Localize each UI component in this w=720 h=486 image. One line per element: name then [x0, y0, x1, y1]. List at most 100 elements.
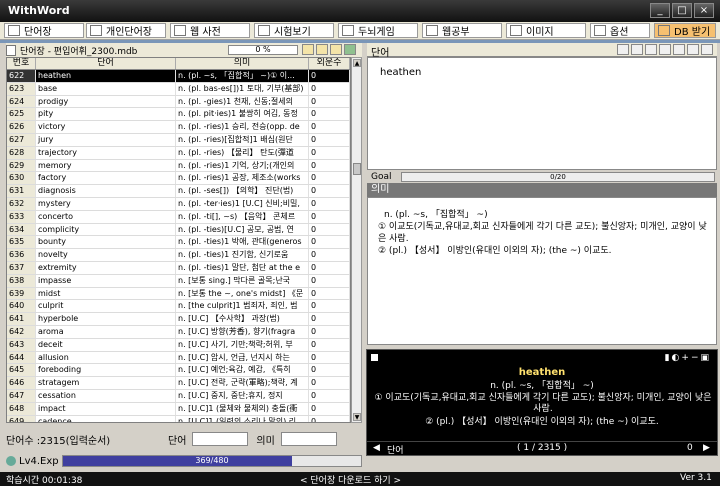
table-row[interactable]: 635 bounty n. (pl. -ties)1 박애, 관대(generos 0	[7, 236, 350, 250]
col-meaning[interactable]: 의미	[176, 58, 309, 69]
table-row[interactable]: 625 pity n. (pl. pit·ies)1 불쌍히 여김, 동정 0	[7, 108, 350, 122]
cell-count: 0	[309, 351, 350, 364]
table-row[interactable]: 634 complicity n. (pl. -ties)[U.C] 공모, 공범,…	[7, 223, 350, 237]
table-row[interactable]: 643 deceit n. [U.C] 사기, 기만;책략;허위, 부0	[7, 338, 350, 352]
menu-item-3[interactable]: 시험보기	[254, 23, 334, 38]
table-row[interactable]: 622 heathen n. (pl. ~s, 「집합적」 ~)① 이... 0	[7, 70, 350, 83]
cell-count: 0	[309, 172, 350, 185]
cell-meaning: n. (pl. -ries)1 승리, 전승(opp. de	[176, 121, 309, 133]
table-row[interactable]: 649 cadence n. [U.C]1 (일련의 소리나 말의) 리0	[7, 415, 350, 422]
cell-count: 0	[309, 70, 350, 82]
cell-count: 0	[309, 300, 350, 313]
table-row[interactable]: 640 culprit n. [the culprit]1 범죄자, 죄인, 범0	[7, 300, 350, 314]
meaning-line-3: ② (pl.) 【성서】 이방인(유대인 이외의 자); (the ~) 이교도…	[378, 246, 612, 256]
col-num[interactable]: 번호	[7, 58, 36, 69]
scroll-thumb[interactable]	[353, 163, 361, 175]
cell-word: impact	[36, 402, 176, 415]
table-row[interactable]: 626 victory n. (pl. -ries)1 승리, 전승(opp. de…	[7, 121, 350, 134]
col-count[interactable]: 외운수	[309, 58, 350, 69]
card-prev-icon[interactable]: ◀	[373, 443, 380, 453]
col-word[interactable]: 단어	[36, 58, 176, 69]
cell-num: 636	[7, 249, 36, 261]
meaning-search-input[interactable]	[280, 432, 337, 446]
cell-num: 633	[7, 210, 36, 223]
word-search-input[interactable]	[192, 432, 249, 446]
save-icon[interactable]	[302, 44, 314, 55]
cell-num: 623	[7, 82, 36, 95]
table-row[interactable]: 648 impact n. [U.C]1 (물체와 물체의) 충돌(衝 0	[7, 402, 350, 416]
cell-num: 649	[7, 415, 36, 422]
cell-word: diagnosis	[36, 185, 176, 197]
cell-meaning: n. [U.C] 【수사학】 과장(법)	[176, 313, 309, 325]
table-row[interactable]: 637 extremity n. (pl. -ties)1 말단, 첨단 at th…	[7, 261, 350, 275]
delete-icon[interactable]	[701, 44, 713, 55]
menu-icon	[658, 25, 670, 36]
refresh-icon[interactable]	[330, 44, 342, 55]
table-row[interactable]: 630 factory n. (pl. -ries)1 공장, 제조소(works 0	[7, 172, 350, 186]
table-row[interactable]: 638 impasse n. [보통 sing.] 막다른 골목;난국 0	[7, 274, 350, 288]
cell-word: concerto	[36, 210, 176, 223]
table-row[interactable]: 623 base n. (pl. bas-es[])1 토대, 기부(基部) 0	[7, 82, 350, 96]
cell-meaning: n. [U.C]1 (물체와 물체의) 충돌(衝	[176, 402, 309, 415]
table-row[interactable]: 624 prodigy n. (pl. -gies)1 천재, 신동;절세의 0	[7, 95, 350, 109]
exp-progress: 369/480	[62, 455, 362, 467]
table-scrollbar[interactable]: ▲ ▼	[351, 57, 362, 423]
bookmark-icon[interactable]	[673, 44, 685, 55]
card-controls[interactable]: ▮◐+−▣	[665, 353, 711, 363]
table-row[interactable]: 645 foreboding n. [U.C] 예언;육감, 예감, 《특히 0	[7, 364, 350, 378]
cell-word: mystery	[36, 197, 176, 210]
cell-meaning: n. [the culprit]1 범죄자, 죄인, 범	[176, 300, 309, 313]
table-row[interactable]: 628 trajectory n. (pl. -ries) 【물리】 탄도(彈道 0	[7, 146, 350, 160]
table-row[interactable]: 633 concerto n. (pl. -ti[], ~s) 【음악】 콘체르 0	[7, 210, 350, 224]
search-icon[interactable]	[617, 44, 629, 55]
cell-count: 0	[309, 377, 350, 389]
speaker-icon[interactable]	[631, 44, 643, 55]
table-row[interactable]: 641 hyperbole n. [U.C] 【수사학】 과장(법) 0	[7, 313, 350, 326]
table-row[interactable]: 644 allusion n. [U.C] 암시, 언급, 넌지시 하는 0	[7, 351, 350, 365]
menu-bar: 단어장 개인단어장 웹 사전 시험보기 두뇌게임 웹공부 이미지 옵션 DB 받기	[0, 22, 720, 40]
document-icon	[6, 44, 16, 56]
menu-item-4[interactable]: 두뇌게임	[338, 23, 418, 38]
card-next-icon[interactable]: ▶	[703, 443, 710, 453]
table-row[interactable]: 632 mystery n. (pl. -ter·ies)1 [U.C] 신비;비밀…	[7, 197, 350, 211]
menu-icon	[426, 25, 438, 36]
table-row[interactable]: 627 jury n. (pl. -ries)[집합적]1 배심(원단 0	[7, 133, 350, 147]
meaning-search-label: 의미	[256, 435, 275, 447]
menu-item-0[interactable]: 단어장	[4, 23, 84, 38]
table-row[interactable]: 642 aroma n. [U.C] 방향(芳香), 향기(fragra 0	[7, 325, 350, 339]
export-icon[interactable]	[344, 44, 356, 55]
copy-icon[interactable]	[645, 44, 657, 55]
menu-item-7[interactable]: 옵션	[590, 23, 650, 38]
level-label: Lv4.Exp	[19, 455, 59, 467]
cell-word: stratagem	[36, 377, 176, 389]
cell-word: complicity	[36, 223, 176, 236]
scroll-up-icon[interactable]: ▲	[353, 59, 361, 67]
table-row[interactable]: 647 cessation n. [U.C] 중지, 중단;휴지, 정지 0	[7, 389, 350, 403]
table-row[interactable]: 646 stratagem n. [U.C] 전략, 군략(軍略);책략, 계0	[7, 377, 350, 390]
download-link[interactable]: < 단어장 다운로드 하기 >	[300, 473, 401, 486]
menu-item-5[interactable]: 웹공부	[422, 23, 502, 38]
table-row[interactable]: 629 memory n. (pl. -ries)1 기억, 상기;(개인의 0	[7, 159, 350, 173]
card-stop-icon[interactable]	[371, 354, 378, 361]
scroll-down-icon[interactable]: ▼	[353, 413, 361, 421]
print-icon[interactable]	[687, 44, 699, 55]
minimize-button[interactable]: _	[650, 3, 670, 18]
menu-label: 두뇌게임	[358, 27, 395, 38]
menu-item-6[interactable]: 이미지	[506, 23, 586, 38]
cell-word: cadence	[36, 415, 176, 422]
cell-count: 0	[309, 402, 350, 415]
cell-num: 624	[7, 95, 36, 108]
edit-icon[interactable]	[659, 44, 671, 55]
menu-item-1[interactable]: 개인단어장	[86, 23, 166, 38]
close-button[interactable]: ×	[694, 3, 714, 18]
table-row[interactable]: 639 midst n. [보통 the ~, one's midst] 《문 0	[7, 287, 350, 301]
table-row[interactable]: 631 diagnosis n. (pl. -ses[]) 【의학】 진단(법) 0	[7, 185, 350, 198]
cell-word: victory	[36, 121, 176, 133]
folder-icon[interactable]	[316, 44, 328, 55]
menu-item-8[interactable]: DB 받기	[654, 23, 716, 38]
cell-meaning: n. (pl. -gies)1 천재, 신동;절세의	[176, 95, 309, 108]
table-row[interactable]: 636 novelty n. (pl. -ties)1 진기함, 신기로움 0	[7, 249, 350, 262]
menu-label: 웹공부	[442, 27, 470, 38]
menu-item-2[interactable]: 웹 사전	[170, 23, 250, 38]
maximize-button[interactable]: □	[672, 3, 692, 18]
